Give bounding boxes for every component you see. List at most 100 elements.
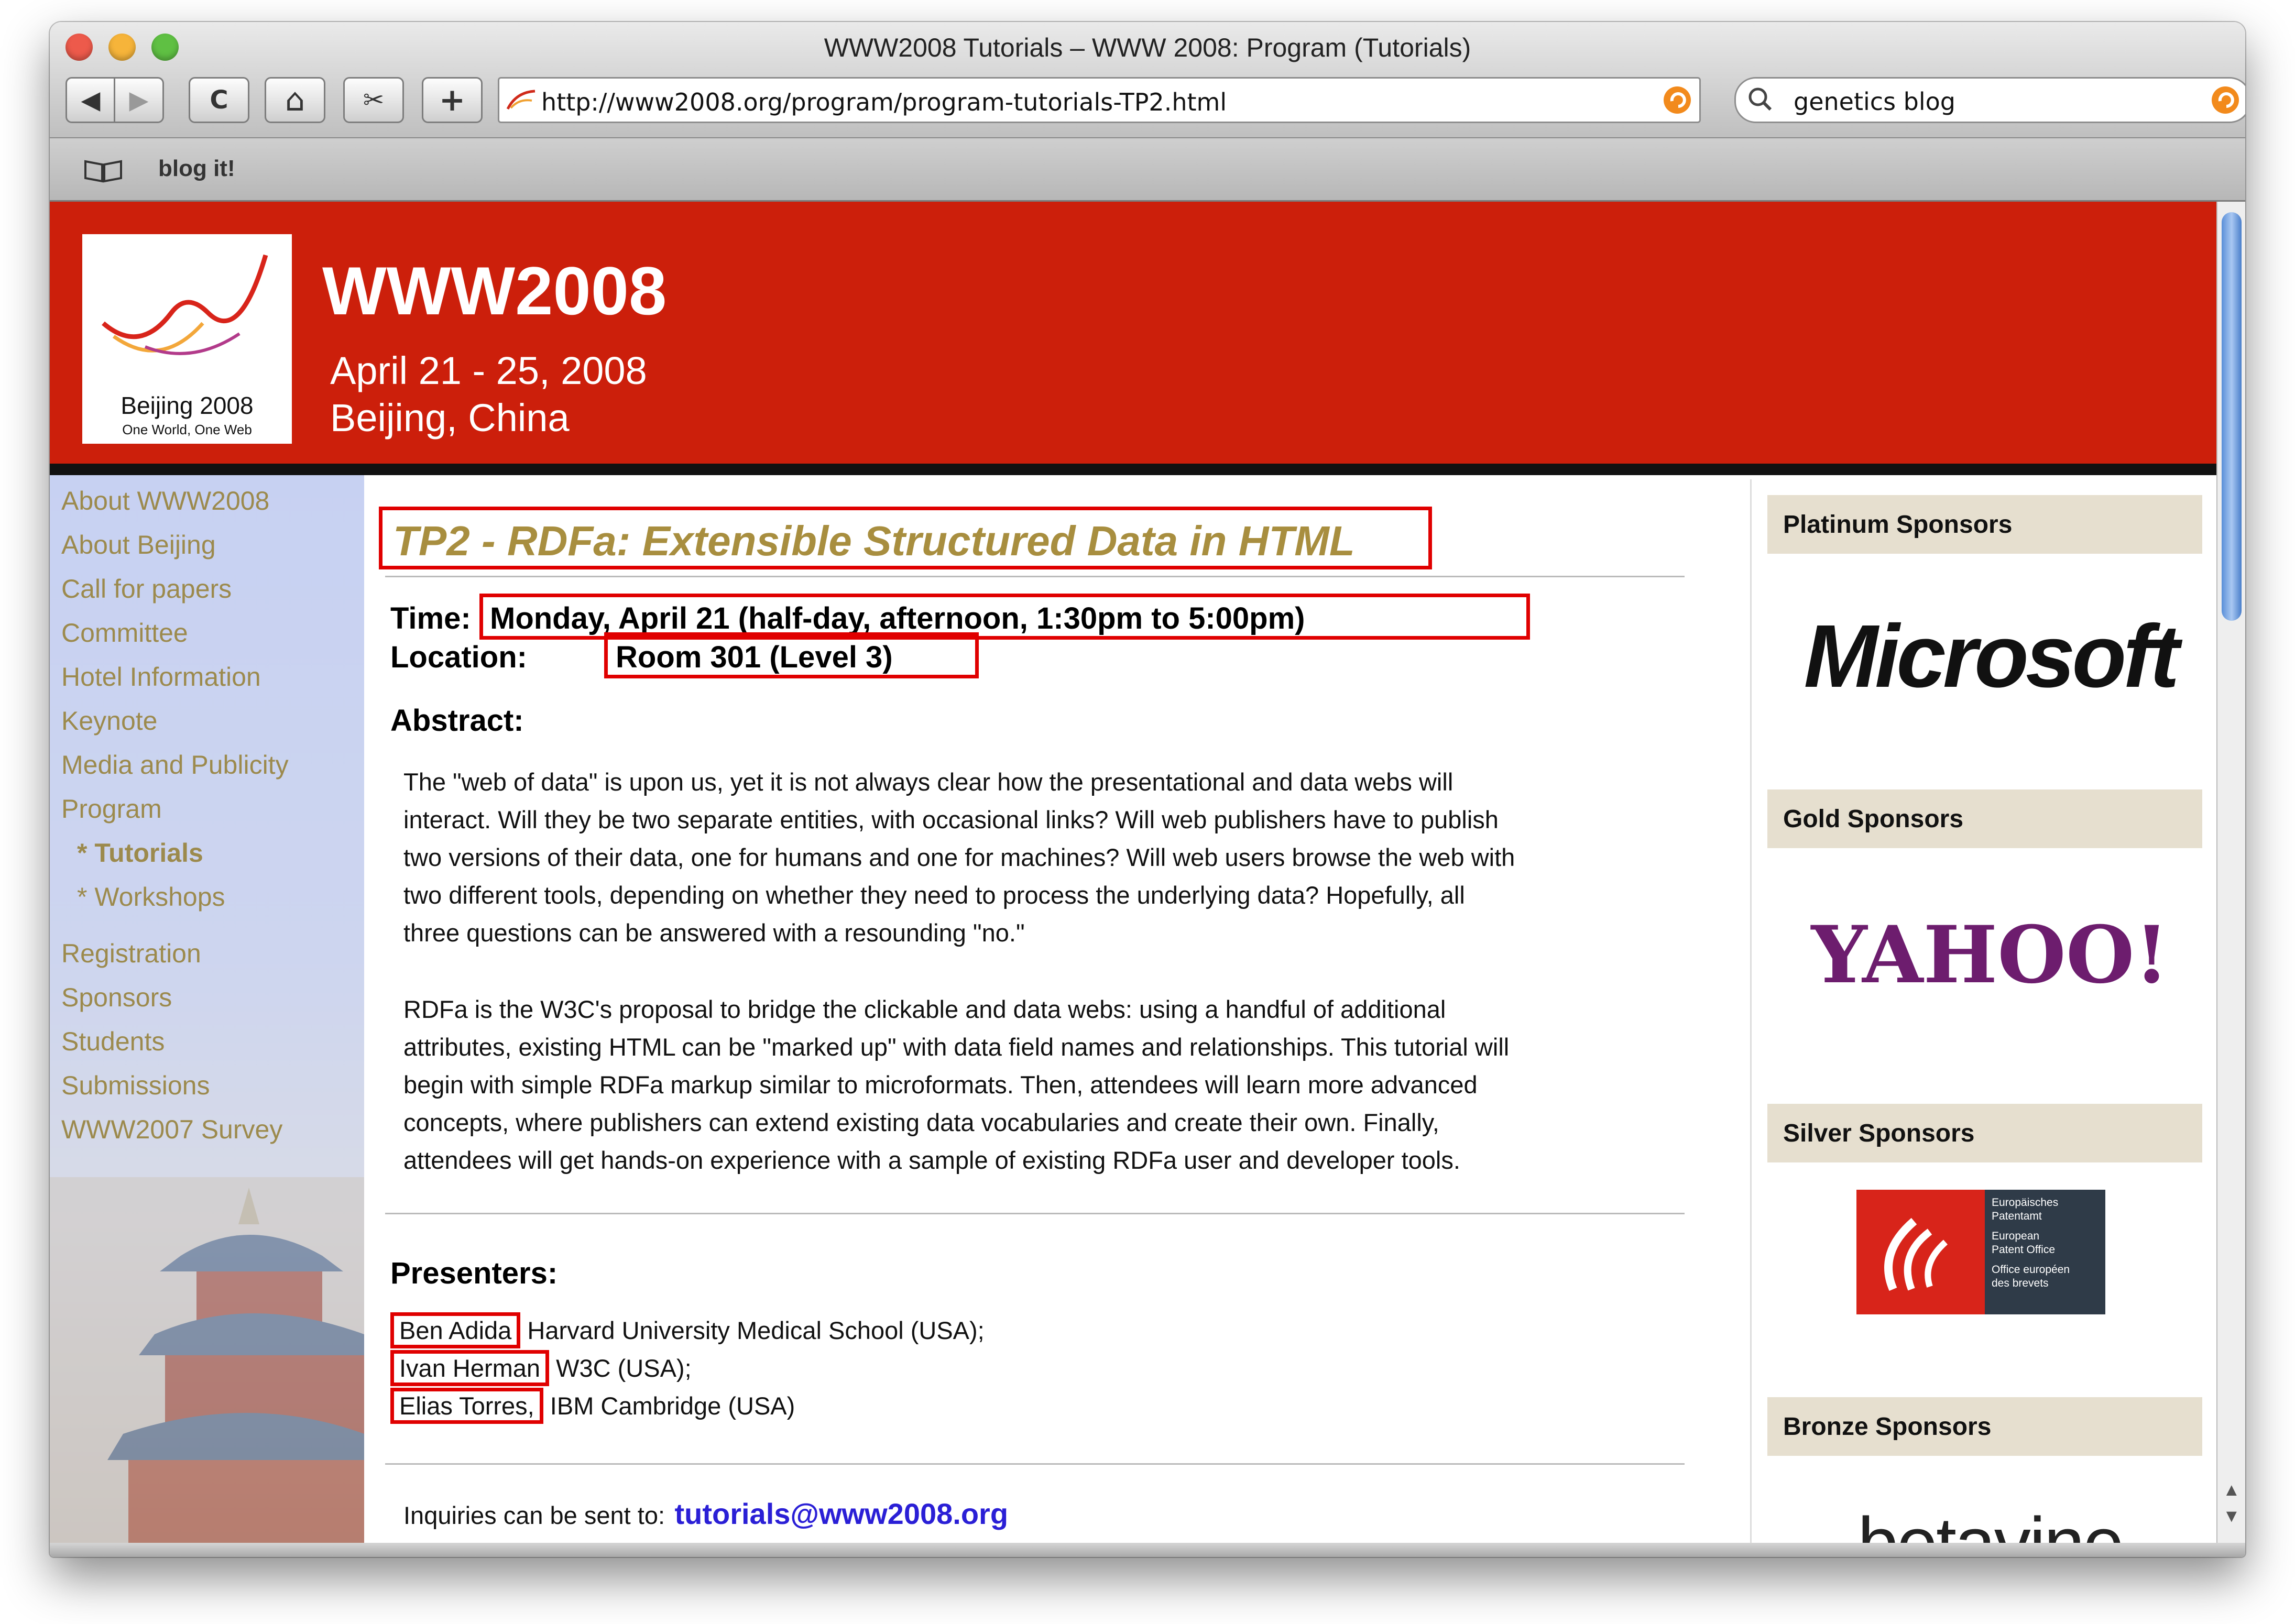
back-button[interactable]: ◀ xyxy=(65,77,116,123)
site-favicon-icon xyxy=(506,90,536,110)
scissors-icon: ✂ xyxy=(363,85,385,115)
bookmarks-book-icon[interactable] xyxy=(82,157,124,183)
www2008-logo[interactable]: Beijing 2008 One World, One Web xyxy=(82,234,292,444)
status-bar xyxy=(50,1543,2245,1557)
site-title: WWW2008 xyxy=(322,253,667,329)
sidebar-item-about-www2008[interactable]: About WWW2008 xyxy=(61,486,269,516)
presenter-name: Elias Torres, xyxy=(390,1388,543,1424)
search-field[interactable]: genetics blog xyxy=(1734,77,2245,123)
epo-name-line: des brevets xyxy=(1992,1277,2049,1289)
presenter-affiliation: Harvard University Medical School (USA); xyxy=(527,1316,985,1344)
home-button[interactable]: ⌂ xyxy=(265,77,325,123)
sidebar-item-workshops[interactable]: * Workshops xyxy=(77,882,225,912)
presenter-name: Ivan Herman xyxy=(390,1350,550,1386)
presenter-name: Ben Adida xyxy=(390,1312,521,1348)
presenters-heading: Presenters: xyxy=(390,1256,558,1290)
epo-name-lines: Europäisches Patentamt European Patent O… xyxy=(1992,1196,2070,1290)
conference-dates: April 21 - 25, 2008 xyxy=(330,349,647,392)
reload-snapback-icon[interactable] xyxy=(1663,85,1692,115)
main-content: TP2 - RDFa: Extensible Structured Data i… xyxy=(375,475,1737,1543)
presenter-affiliation: IBM Cambridge (USA) xyxy=(550,1392,795,1420)
logo-graphic-icon xyxy=(102,254,268,355)
scrollbar-thumb[interactable] xyxy=(2222,212,2242,621)
conference-place: Beijing, China xyxy=(330,396,570,440)
forward-button[interactable]: ▶ xyxy=(114,77,164,123)
sidebar-item-sponsors[interactable]: Sponsors xyxy=(61,982,172,1013)
reload-button[interactable]: C xyxy=(189,77,249,123)
logo-caption: Beijing 2008 xyxy=(121,392,254,419)
sidebar-item-students[interactable]: Students xyxy=(61,1026,165,1057)
presenter-row: Ivan Herman W3C (USA); xyxy=(390,1350,692,1388)
address-bar[interactable]: http://www2008.org/program/program-tutor… xyxy=(498,77,1701,123)
inquiries-email-link[interactable]: tutorials@www2008.org xyxy=(674,1497,1008,1530)
scroll-down-arrow-icon[interactable]: ▼ xyxy=(2223,1506,2241,1527)
temple-of-heaven-image xyxy=(50,1177,364,1543)
location-label: Location: xyxy=(390,640,527,674)
epo-name-line: Europäisches xyxy=(1992,1197,2059,1209)
epo-name-line: European xyxy=(1992,1230,2040,1242)
tutorial-title: TP2 - RDFa: Extensible Structured Data i… xyxy=(393,518,1355,564)
presenter-affiliation: W3C (USA); xyxy=(556,1354,692,1382)
epo-name-line: Office européen xyxy=(1992,1264,2070,1276)
sidebar-item-www2007-survey[interactable]: WWW2007 Survey xyxy=(61,1114,282,1145)
logo-tagline: One World, One Web xyxy=(122,422,252,437)
inquiries-line: Inquiries can be sent to: tutorials@www2… xyxy=(403,1497,1008,1531)
bronze-sponsors-heading: Bronze Sponsors xyxy=(1767,1397,2202,1456)
sidebar-item-registration[interactable]: Registration xyxy=(61,938,201,969)
time-label: Time: xyxy=(390,601,471,635)
microsoft-logo[interactable]: Microsoft xyxy=(1773,605,2207,708)
epo-mark xyxy=(1856,1190,1985,1314)
window-title: WWW2008 Tutorials – WWW 2008: Program (T… xyxy=(824,33,1471,62)
abstract-line: interact. Will they be two separate enti… xyxy=(403,806,1499,833)
add-bookmark-button[interactable]: + xyxy=(422,77,483,123)
title-divider xyxy=(385,576,1685,577)
betavine-logo[interactable]: betavine xyxy=(1773,1501,2207,1543)
bookmark-blog-it[interactable]: blog it! xyxy=(158,156,235,182)
sidebar-item-committee[interactable]: Committee xyxy=(61,618,188,648)
yahoo-logo[interactable]: YAHOO! xyxy=(1773,909,2207,1001)
sidebar-item-keynote[interactable]: Keynote xyxy=(61,706,157,736)
plus-icon: + xyxy=(439,82,466,118)
sidebar-nav: About WWW2008 About Beijing Call for pap… xyxy=(50,475,364,1543)
bookmarks-bar: blog it! xyxy=(50,138,2245,202)
abstract-heading: Abstract: xyxy=(390,704,524,738)
sidebar-item-submissions[interactable]: Submissions xyxy=(61,1070,210,1101)
browser-window: WWW2008 Tutorials – WWW 2008: Program (T… xyxy=(50,22,2245,1557)
epo-swirl-icon xyxy=(1884,1217,1948,1291)
sidebar-item-about-beijing[interactable]: About Beijing xyxy=(61,530,216,560)
title-bar: WWW2008 Tutorials – WWW 2008: Program (T… xyxy=(50,22,2245,138)
presenter-row: Elias Torres, IBM Cambridge (USA) xyxy=(390,1388,795,1425)
search-input[interactable]: genetics blog xyxy=(1794,87,1955,116)
epo-name-line: Patent Office xyxy=(1992,1244,2056,1256)
time-value: Monday, April 21 (half-day, afternoon, 1… xyxy=(490,601,1305,635)
page-content: Beijing 2008 One World, One Web WWW2008 … xyxy=(50,202,2216,1543)
vertical-scrollbar[interactable]: ▲ ▼ xyxy=(2216,202,2245,1543)
abstract-line: two versions of their data, one for huma… xyxy=(403,843,1515,871)
reload-icon: C xyxy=(210,85,228,115)
scroll-up-arrow-icon[interactable]: ▲ xyxy=(2223,1480,2241,1500)
sidebar-item-tutorials[interactable]: * Tutorials xyxy=(77,838,203,868)
sidebar-item-media-publicity[interactable]: Media and Publicity xyxy=(61,750,289,780)
abstract-line: two different tools, depending on whethe… xyxy=(403,881,1465,909)
search-icon xyxy=(1748,87,1772,111)
presenters-divider xyxy=(385,1463,1685,1465)
abstract-paragraph-1: The "web of data" is upon us, yet it is … xyxy=(403,763,1713,952)
presenter-row: Ben Adida Harvard University Medical Sch… xyxy=(390,1312,985,1350)
gold-sponsors-heading: Gold Sponsors xyxy=(1767,789,2202,848)
address-text: http://www2008.org/program/program-tutor… xyxy=(541,88,1227,116)
inquiries-label: Inquiries can be sent to: xyxy=(403,1501,665,1529)
search-snapback-icon[interactable] xyxy=(2211,85,2240,115)
abstract-line: attributes, existing HTML can be "marked… xyxy=(403,1033,1510,1061)
epo-logo[interactable]: Europäisches Patentamt European Patent O… xyxy=(1856,1190,2105,1314)
abstract-line: The "web of data" is upon us, yet it is … xyxy=(403,768,1454,796)
abstract-line: attendees will get hands-on experience w… xyxy=(403,1146,1460,1174)
abstract-line: begin with simple RDFa markup similar to… xyxy=(403,1071,1478,1099)
sidebar-item-call-for-papers[interactable]: Call for papers xyxy=(61,574,232,604)
sidebar-item-program[interactable]: Program xyxy=(61,794,162,824)
back-arrow-icon: ◀ xyxy=(81,85,101,115)
web-clip-button[interactable]: ✂ xyxy=(343,77,404,123)
abstract-divider xyxy=(385,1213,1685,1214)
sidebar-item-hotel-information[interactable]: Hotel Information xyxy=(61,662,261,692)
sponsors-column: Platinum Sponsors Microsoft Gold Sponsor… xyxy=(1750,479,2216,1543)
platinum-sponsors-heading: Platinum Sponsors xyxy=(1767,495,2202,554)
